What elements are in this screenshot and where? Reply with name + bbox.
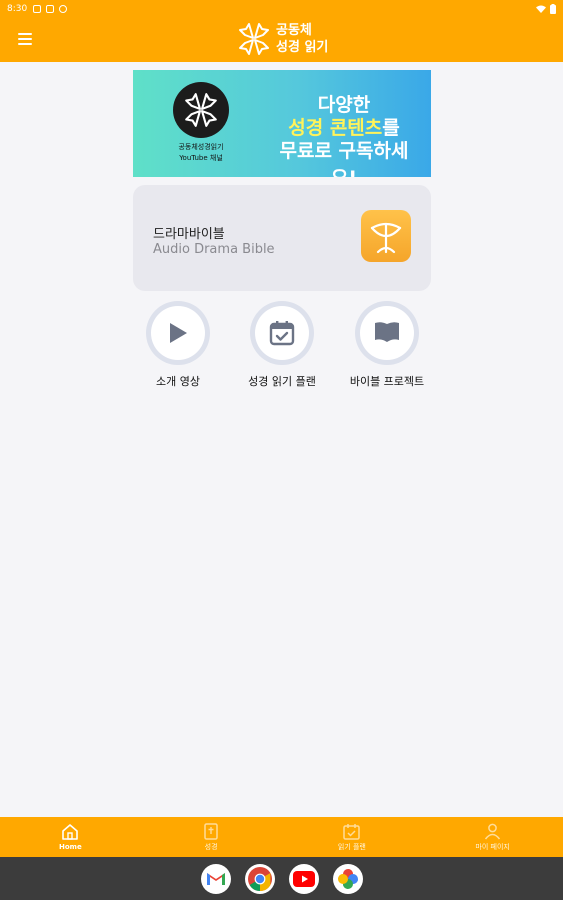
notification-icon [33, 5, 42, 13]
banner-headline-line3: 무료로 구독하세요! [279, 140, 409, 177]
play-icon [170, 323, 187, 343]
nav-tab-reading-plan[interactable]: 읽기 플랜 [282, 817, 423, 857]
nav-tab-my-page[interactable]: 마이 페이지 [422, 817, 563, 857]
youtube-icon[interactable] [288, 863, 319, 894]
reading-plan-button[interactable]: 성경 읽기 플랜 [232, 301, 332, 391]
system-dock [0, 857, 563, 900]
battery-icon [550, 4, 556, 14]
status-system-icons [536, 4, 556, 14]
calendar-check-icon [269, 321, 295, 346]
bible-icon [202, 822, 220, 840]
app-bar: 공동체 성경 읽기 [0, 18, 563, 62]
youtube-channel-banner[interactable]: 공동체성경읽기 YouTube 채널 다양한 성경 콘텐츠를 무료로 구독하세요… [133, 70, 431, 177]
nav-label-home: Home [59, 843, 82, 851]
photos-icon[interactable] [332, 863, 363, 894]
intro-video-label: 소개 영상 [156, 375, 200, 388]
drama-bible-card[interactable]: 드라마바이블 Audio Drama Bible [133, 185, 431, 291]
gmail-icon[interactable] [200, 863, 231, 894]
nav-label-bible: 성경 [204, 843, 218, 851]
bible-project-button[interactable]: 바이블 프로젝트 [337, 301, 437, 391]
drama-bible-subtitle: Audio Drama Bible [153, 242, 275, 257]
bottom-navigation: Home 성경 읽기 플랜 마이 페이지 [0, 817, 563, 857]
plan-icon [343, 822, 361, 840]
home-icon [61, 823, 79, 841]
wifi-icon [536, 5, 546, 13]
reading-plan-label: 성경 읽기 플랜 [248, 375, 316, 388]
notification-icon [59, 5, 68, 13]
book-icon [375, 322, 399, 342]
nav-label-my-page: 마이 페이지 [475, 843, 510, 851]
drama-bible-title: 드라마바이블 [153, 227, 225, 242]
app-title-line1: 공동체 [276, 23, 312, 38]
notification-icon [46, 5, 55, 13]
nav-label-reading-plan: 읽기 플랜 [337, 843, 366, 851]
banner-logo-caption: 공동체성경읽기 [178, 143, 224, 151]
drama-bible-app-icon [361, 210, 411, 262]
intro-video-button[interactable]: 소개 영상 [128, 301, 228, 391]
status-notification-icons [33, 5, 68, 13]
bible-project-label: 바이블 프로젝트 [349, 375, 425, 388]
app-logo-icon [239, 23, 269, 55]
nav-tab-home[interactable]: Home [0, 817, 141, 857]
status-time: 8:30 [7, 4, 28, 14]
banner-logo-subcaption: YouTube 채널 [179, 154, 223, 162]
channel-logo-icon [173, 82, 229, 138]
chrome-icon[interactable] [244, 863, 275, 894]
app-brand: 공동체 성경 읽기 [236, 21, 328, 57]
status-bar: 8:30 [0, 0, 563, 18]
person-icon [484, 822, 502, 840]
app-title-line2: 성경 읽기 [276, 40, 329, 55]
nav-tab-bible[interactable]: 성경 [141, 817, 282, 857]
menu-icon[interactable] [18, 33, 32, 45]
